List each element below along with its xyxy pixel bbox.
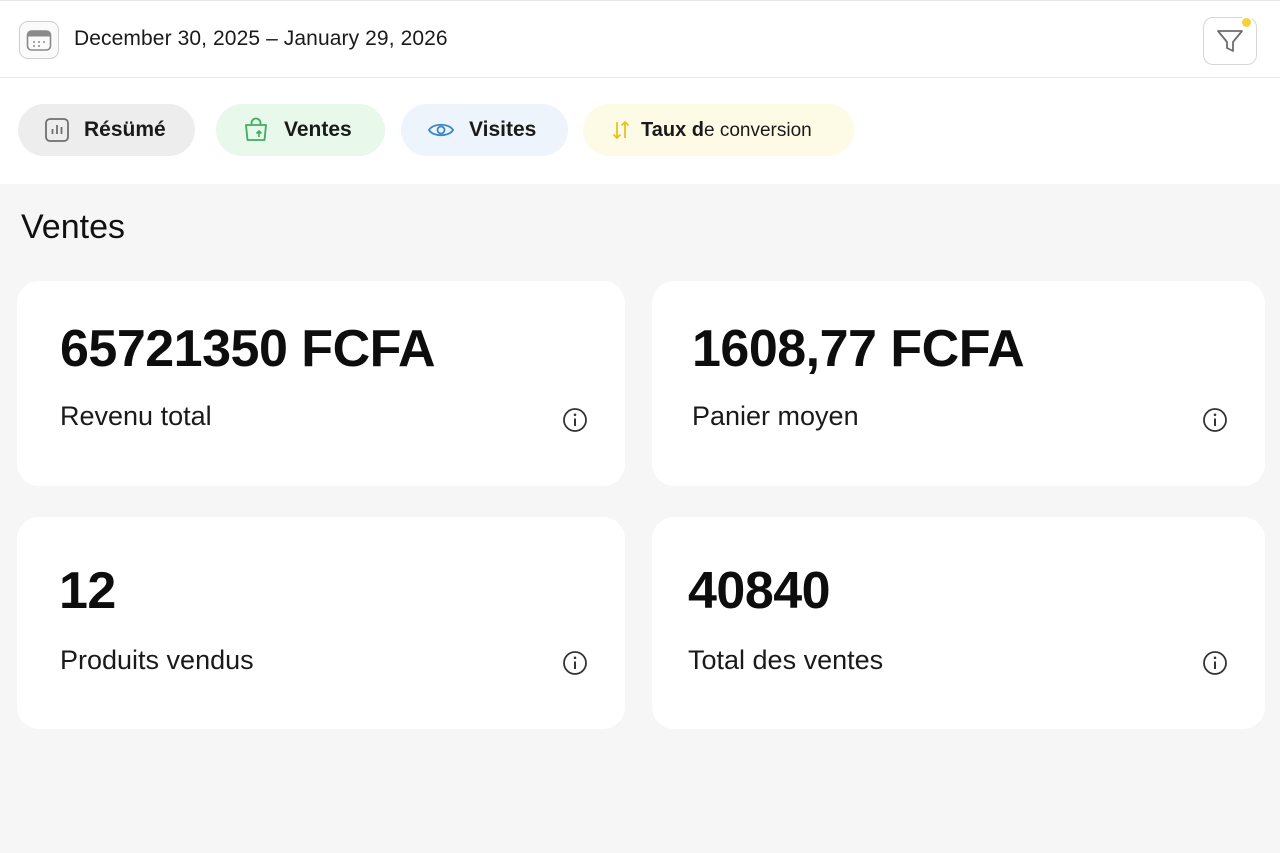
tab-taux-label-bold: Taux d bbox=[641, 118, 704, 141]
info-icon[interactable] bbox=[562, 407, 588, 433]
tab-taux-conversion[interactable]: Taux de conversion bbox=[583, 104, 854, 156]
filter-active-badge bbox=[1240, 16, 1253, 29]
tab-taux-label: Taux de conversion bbox=[641, 119, 812, 142]
metric-card-revenu-total: 65721350 FCFA Revenu total bbox=[17, 281, 625, 486]
date-range-label[interactable]: December 30, 2025 – January 29, 2026 bbox=[74, 27, 448, 51]
info-icon[interactable] bbox=[1202, 650, 1228, 676]
metric-label: Produits vendus bbox=[60, 645, 254, 675]
bar-chart-icon bbox=[45, 118, 69, 142]
filter-icon bbox=[1217, 30, 1243, 52]
eye-icon bbox=[427, 123, 455, 137]
info-icon[interactable] bbox=[1202, 407, 1228, 433]
metric-card-panier-moyen: 1608,77 FCFA Panier moyen bbox=[652, 281, 1265, 486]
metric-value: 40840 bbox=[688, 562, 831, 620]
tab-resume-label: Résümé bbox=[84, 118, 166, 141]
tab-taux-label-rest: e conversion bbox=[703, 119, 812, 141]
metric-value: 65721350 FCFA bbox=[60, 320, 436, 378]
tab-visites-label: Visites bbox=[469, 118, 537, 141]
tab-ventes[interactable]: Ventes bbox=[216, 104, 385, 156]
tab-ventes-label: Ventes bbox=[284, 118, 352, 141]
calendar-icon bbox=[26, 30, 52, 51]
tab-resume[interactable]: Résümé bbox=[18, 104, 195, 156]
metric-label: Total des ventes bbox=[688, 645, 884, 675]
metric-value: 1608,77 FCFA bbox=[692, 320, 1025, 378]
metric-card-total-des-ventes: 40840 Total des ventes bbox=[652, 517, 1265, 729]
shopping-bag-icon bbox=[245, 117, 267, 141]
sort-arrows-icon bbox=[612, 120, 630, 140]
metric-label: Revenu total bbox=[60, 401, 212, 431]
top-bar: December 30, 2025 – January 29, 2026 bbox=[0, 0, 1280, 78]
info-icon[interactable] bbox=[562, 650, 588, 676]
tab-visites[interactable]: Visites bbox=[401, 104, 568, 156]
filter-button[interactable] bbox=[1203, 16, 1257, 65]
tab-bar: Résümé Ventes Visites Taux de conversion bbox=[0, 104, 1280, 156]
main-content: Ventes 65721350 FCFA Revenu total 1608,7… bbox=[0, 184, 1280, 853]
metric-value: 12 bbox=[59, 562, 116, 620]
section-title: Ventes bbox=[21, 208, 125, 246]
calendar-button[interactable] bbox=[19, 21, 59, 59]
metric-card-produits-vendus: 12 Produits vendus bbox=[17, 517, 625, 729]
metric-label: Panier moyen bbox=[692, 401, 859, 431]
